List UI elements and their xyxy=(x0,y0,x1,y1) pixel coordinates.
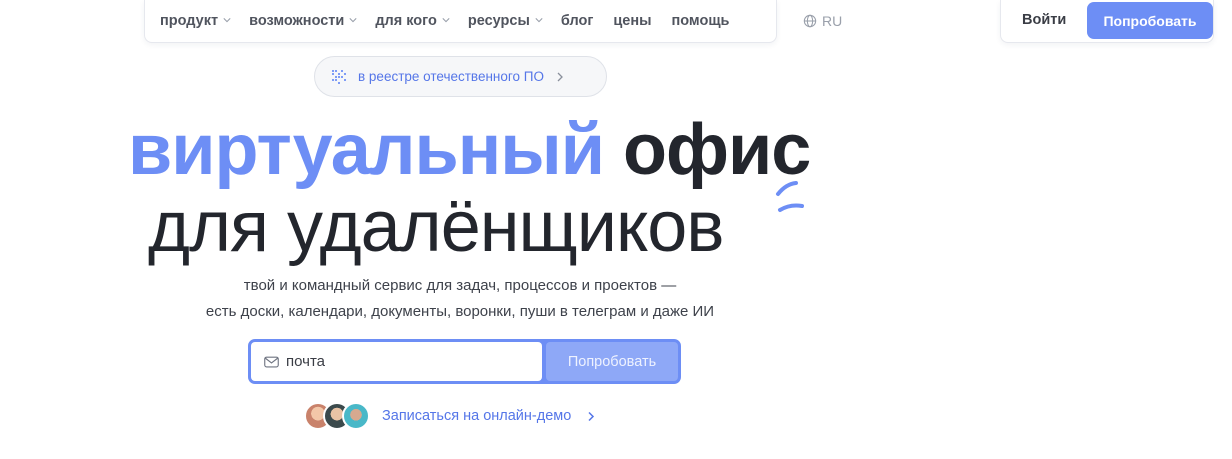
chevron-down-icon xyxy=(535,18,543,23)
hero-title-accent: виртуальный xyxy=(128,110,605,190)
nav-item-resources[interactable]: ресурсы xyxy=(468,13,543,29)
nav-item-blog[interactable]: блог xyxy=(561,13,594,29)
hero-title-line2: для удалёнщиков xyxy=(148,187,725,267)
nav-item-label: продукт xyxy=(160,13,219,29)
nav-item-features[interactable]: возможности xyxy=(249,13,357,29)
chevron-right-icon xyxy=(557,72,563,81)
hero-subtitle-line1: твой и командный сервис для задач, проце… xyxy=(243,277,677,294)
chevron-down-icon xyxy=(442,18,450,23)
language-label: RU xyxy=(822,13,843,29)
nav-item-label: возможности xyxy=(249,13,345,29)
try-button-header[interactable]: Попробовать xyxy=(1087,2,1213,39)
avatar xyxy=(342,402,370,430)
chevron-down-icon xyxy=(223,18,231,23)
nav-item-label: помощь xyxy=(671,13,730,29)
demo-signup-link[interactable]: Записаться на онлайн-демо xyxy=(304,402,595,430)
nav-item-audience[interactable]: для кого xyxy=(375,13,450,29)
email-field-wrapper xyxy=(251,342,542,381)
nav-item-help[interactable]: помощь xyxy=(672,13,730,29)
top-nav: продукт возможности для кого ресурсы бло… xyxy=(144,0,777,43)
login-link[interactable]: Войти xyxy=(1022,12,1066,28)
signup-submit-button[interactable]: Попробовать xyxy=(546,342,678,381)
landing-page: продукт возможности для кого ресурсы бло… xyxy=(0,0,1232,459)
hero-title: виртуальный офис xyxy=(128,110,811,190)
nav-item-pricing[interactable]: цены xyxy=(613,13,651,29)
sparkle-decoration-icon xyxy=(776,181,804,212)
nav-item-label: цены xyxy=(613,13,652,29)
auth-box: Войти Попробовать xyxy=(1000,0,1214,43)
nav-item-label: для кого xyxy=(375,13,437,29)
nav-item-label: блог xyxy=(560,13,594,29)
registry-badge-label: в реестре отечественного ПО xyxy=(358,69,544,84)
language-switcher[interactable]: RU xyxy=(803,13,842,29)
signup-form: Попробовать xyxy=(248,339,681,384)
chevron-down-icon xyxy=(349,18,357,23)
team-avatars xyxy=(304,402,370,430)
nav-item-product[interactable]: продукт xyxy=(160,13,231,29)
globe-icon xyxy=(803,14,817,28)
email-input[interactable] xyxy=(286,353,526,370)
chevron-right-icon xyxy=(588,411,595,421)
demo-signup-label: Записаться на онлайн-демо xyxy=(382,408,572,424)
mail-icon xyxy=(264,356,279,367)
grid-dots-icon xyxy=(332,69,346,84)
nav-item-label: ресурсы xyxy=(467,13,530,29)
hero-subtitle-line2: есть доски, календари, документы, воронк… xyxy=(205,303,715,320)
hero-title-rest: офис xyxy=(623,110,811,190)
registry-badge-link[interactable]: в реестре отечественного ПО xyxy=(314,56,607,97)
